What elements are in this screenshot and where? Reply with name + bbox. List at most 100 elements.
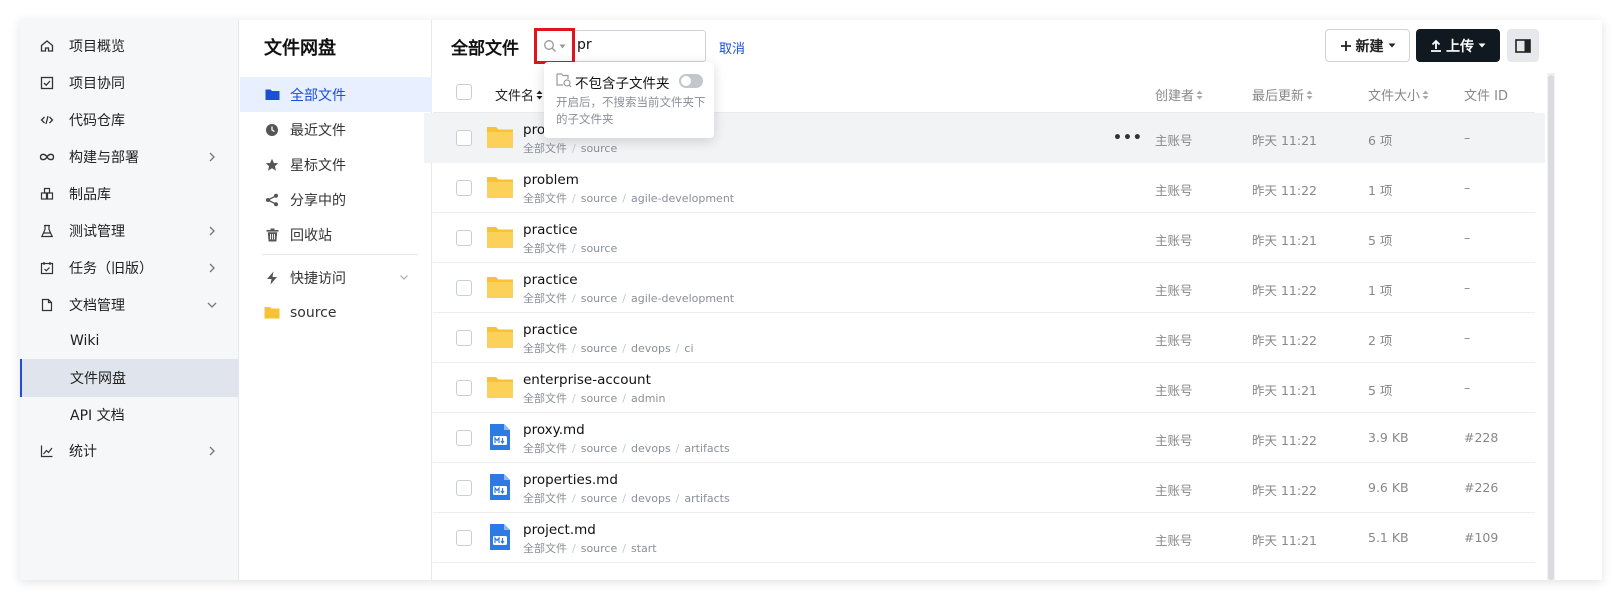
path-segment[interactable]: 全部文件 [523, 392, 567, 405]
file-name[interactable]: project.md [523, 522, 596, 538]
path-segment[interactable]: source [581, 392, 618, 405]
path-segment[interactable]: 全部文件 [523, 292, 567, 305]
column-header-size[interactable]: 文件大小 [1368, 85, 1429, 104]
row-checkbox[interactable] [456, 380, 472, 396]
row-checkbox[interactable] [456, 430, 472, 446]
table-row[interactable]: problem 全部文件 / source / agile-development 主账号 昨… [433, 163, 1535, 213]
path-segment[interactable]: agile-development [631, 292, 734, 305]
path-segment[interactable]: devops [631, 492, 671, 505]
file-name[interactable]: problem [523, 172, 579, 188]
path-segment[interactable]: source [581, 142, 618, 155]
path-segment[interactable]: source [581, 292, 618, 305]
file-name[interactable]: practice [523, 322, 578, 338]
path-segment[interactable]: 全部文件 [523, 442, 567, 455]
table-row[interactable]: properties.md 全部文件 / source / devops / artifact… [433, 463, 1535, 513]
scrollbar-thumb[interactable] [1548, 75, 1554, 580]
panel-item-starred[interactable]: 星标文件 [240, 147, 432, 182]
path-segment[interactable]: 全部文件 [523, 242, 567, 255]
nav-item-wiki[interactable]: Wiki [20, 322, 239, 360]
table-row[interactable]: practice 全部文件 / source 主账号 昨天 11:21 5 项 – [433, 213, 1535, 263]
row-checkbox[interactable] [456, 280, 472, 296]
nav-item-collaboration[interactable]: 项目协同 [20, 64, 239, 102]
toggle-detail-panel-button[interactable] [1507, 29, 1539, 62]
column-header-label: 最后更新 [1252, 89, 1305, 104]
file-name[interactable]: practice [523, 222, 578, 238]
path-segment[interactable]: source [581, 442, 618, 455]
search-options-button[interactable] [534, 28, 575, 64]
path-segment[interactable]: artifacts [684, 442, 729, 455]
more-actions-icon[interactable]: ••• [1113, 130, 1143, 146]
upload-button[interactable]: 上传 [1416, 29, 1500, 62]
nav-item-file-drive[interactable]: 文件网盘 [20, 359, 239, 397]
nav-item-code-repo[interactable]: 代码仓库 [20, 101, 239, 139]
nav-item-label: 制品库 [69, 187, 111, 203]
cell-id: – [1464, 280, 1471, 295]
row-checkbox[interactable] [456, 530, 472, 546]
nav-item-api-docs[interactable]: API 文档 [20, 396, 239, 434]
exclude-subfolders-toggle[interactable] [679, 74, 703, 88]
caret-down-icon [559, 44, 566, 48]
file-name[interactable]: proxy.md [523, 422, 585, 438]
panel-item-shared[interactable]: 分享中的 [240, 182, 432, 217]
path-segment[interactable]: start [631, 542, 657, 555]
panel-item-trash[interactable]: 回收站 [240, 217, 432, 252]
vertical-scrollbar[interactable] [1547, 73, 1555, 580]
path-segment[interactable]: devops [631, 342, 671, 355]
panel-item-all-files[interactable]: 全部文件 [240, 77, 432, 112]
path-segment[interactable]: source [581, 342, 618, 355]
file-path-breadcrumb: 全部文件 / source / agile-development [523, 190, 734, 206]
search-input-value[interactable]: pr [577, 37, 592, 53]
chevron-down-icon [207, 302, 217, 308]
nav-item-tasks-legacy[interactable]: 任务（旧版） [20, 249, 239, 287]
nav-item-artifacts[interactable]: 制品库 [20, 175, 239, 213]
nav-item-overview[interactable]: 项目概览 [20, 27, 239, 65]
cell-creator: 主账号 [1155, 333, 1193, 348]
path-segment[interactable]: source [581, 192, 618, 205]
quick-item-source[interactable]: source [240, 295, 432, 330]
path-segment[interactable]: artifacts [684, 492, 729, 505]
path-segment[interactable]: source [581, 492, 618, 505]
home-icon [39, 38, 55, 54]
new-button[interactable]: 新建 [1325, 29, 1410, 62]
cancel-search-link[interactable]: 取消 [719, 38, 745, 57]
row-checkbox[interactable] [456, 180, 472, 196]
path-segment[interactable]: ci [684, 342, 693, 355]
row-checkbox[interactable] [456, 480, 472, 496]
sort-icon [1306, 90, 1313, 99]
path-segment[interactable]: 全部文件 [523, 342, 567, 355]
chevron-right-icon [209, 446, 215, 456]
column-header-updated[interactable]: 最后更新 [1252, 85, 1313, 104]
path-segment[interactable]: source [581, 242, 618, 255]
panel-item-recent[interactable]: 最近文件 [240, 112, 432, 147]
column-header-creator[interactable]: 创建者 [1155, 85, 1203, 104]
table-row[interactable]: practice 全部文件 / source / devops / ci 主账号 昨天 11:22… [433, 313, 1535, 363]
table-row[interactable]: enterprise-account 全部文件 / source / admin 主账号 昨天… [433, 363, 1535, 413]
cell-id: – [1464, 380, 1471, 395]
column-header-name[interactable]: 文件名 [495, 85, 543, 104]
table-row[interactable]: project.md 全部文件 / source / start 主账号 昨天 11:21 5.… [433, 513, 1535, 563]
markdown-file-icon [490, 474, 510, 500]
table-row[interactable]: proxy.md 全部文件 / source / devops / artifacts 主账号 昨… [433, 413, 1535, 463]
row-checkbox[interactable] [456, 330, 472, 346]
path-segment[interactable]: 全部文件 [523, 192, 567, 205]
path-segment[interactable]: agile-development [631, 192, 734, 205]
nav-item-docs[interactable]: 文档管理 [20, 286, 239, 324]
path-segment[interactable]: admin [631, 392, 665, 405]
panel-quick-access[interactable]: 快捷访问 [240, 260, 432, 295]
nav-item-statistics[interactable]: 统计 [20, 432, 239, 470]
select-all-checkbox[interactable] [456, 84, 472, 100]
file-name[interactable]: practice [523, 272, 578, 288]
path-segment[interactable]: source [581, 542, 618, 555]
file-name[interactable]: pro [523, 122, 545, 138]
path-segment[interactable]: devops [631, 442, 671, 455]
file-name[interactable]: enterprise-account [523, 372, 651, 388]
path-segment[interactable]: 全部文件 [523, 542, 567, 555]
path-segment[interactable]: 全部文件 [523, 492, 567, 505]
file-name[interactable]: properties.md [523, 472, 618, 488]
table-row[interactable]: practice 全部文件 / source / agile-development 主账号… [433, 263, 1535, 313]
nav-item-build-deploy[interactable]: 构建与部署 [20, 138, 239, 176]
row-checkbox[interactable] [456, 230, 472, 246]
path-segment[interactable]: 全部文件 [523, 142, 567, 155]
row-checkbox[interactable] [456, 130, 472, 146]
nav-item-test-management[interactable]: 测试管理 [20, 212, 239, 250]
